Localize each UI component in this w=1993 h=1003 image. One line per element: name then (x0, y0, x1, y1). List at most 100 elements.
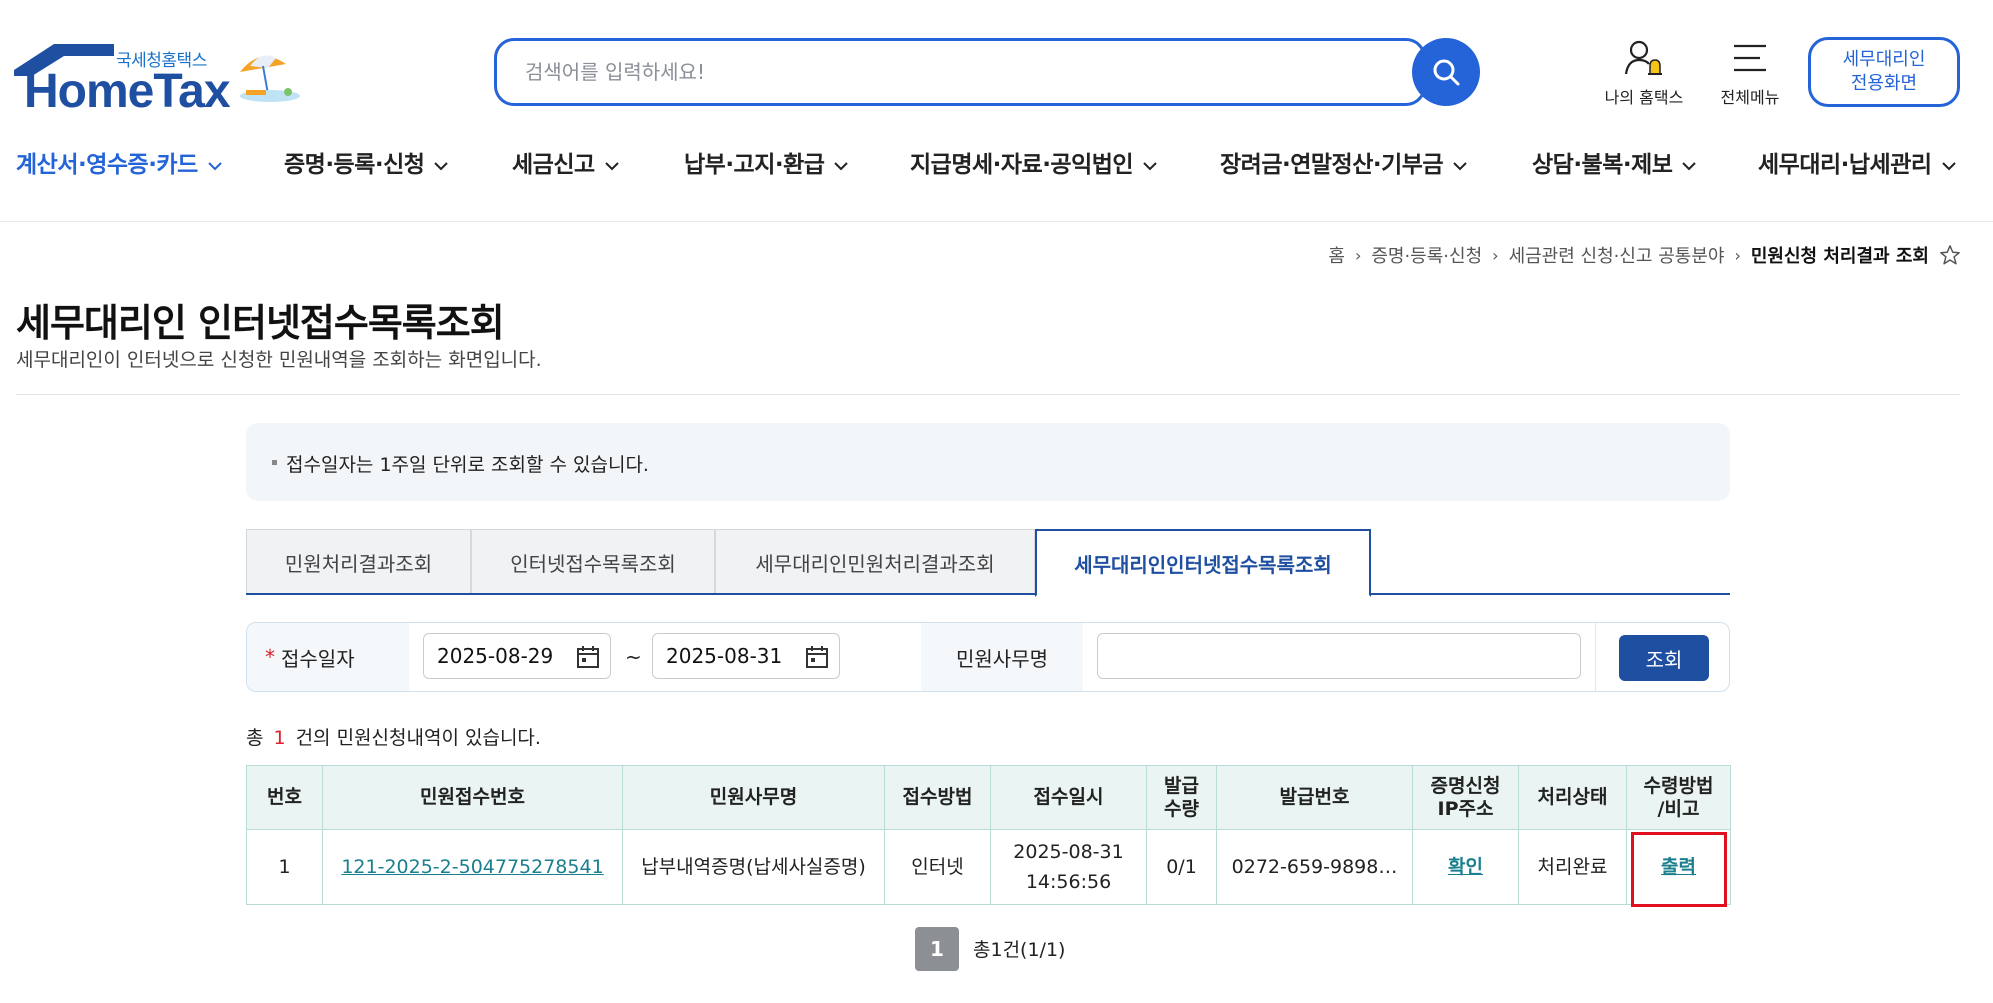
receipt-date-label: * 접수일자 (247, 623, 409, 691)
civil-service-name-input[interactable] (1097, 633, 1581, 679)
col-header-ip: 증명신청 IP주소 (1412, 765, 1519, 830)
date-from-value: 2025-08-29 (437, 644, 554, 668)
nav-item-tax-agent[interactable]: 세무대리·납세관리 (1758, 145, 1956, 179)
tab-bar: 민원처리결과조회 인터넷접수목록조회 세무대리인민원처리결과조회 세무대리인인터… (246, 529, 1730, 597)
tab-agent-internet-list[interactable]: 세무대리인인터넷접수목록조회 (1035, 529, 1371, 597)
table-row: 1 121-2025-2-504775278541 납부내역증명(납세사실증명)… (246, 829, 1731, 905)
query-button[interactable]: 조회 (1619, 635, 1709, 681)
nav-label: 세금신고 (512, 152, 595, 178)
cell-receive: 출력 (1626, 829, 1731, 905)
col-header-no: 번호 (246, 765, 323, 830)
cell-no: 1 (246, 829, 323, 905)
breadcrumb-home[interactable]: 홈 (1328, 242, 1345, 268)
table-header-row: 번호 민원접수번호 민원사무명 접수방법 접수일시 발급 수량 발급번호 증명신청… (246, 765, 1731, 830)
chevron-down-icon (1453, 161, 1467, 170)
chevron-down-icon (1143, 161, 1157, 170)
cell-issue-no: 0272-659-9898… (1216, 829, 1413, 905)
header-line: 수량 (1164, 797, 1199, 820)
col-header-datetime: 접수일시 (990, 765, 1147, 830)
search-icon (1433, 59, 1460, 86)
tab-internet-list[interactable]: 인터넷접수목록조회 (471, 529, 715, 595)
star-icon[interactable] (1939, 244, 1961, 266)
nav-label: 지급명세·자료·공익법인 (910, 152, 1134, 178)
hamburger-menu-icon (1734, 44, 1766, 72)
cell-receipt-no: 121-2025-2-504775278541 (322, 829, 623, 905)
date-range-tilde: ~ (625, 645, 642, 669)
chevron-down-icon (434, 161, 449, 170)
print-link[interactable]: 출력 (1661, 856, 1696, 878)
nav-label: 계산서·영수증·카드 (16, 152, 198, 178)
chevron-down-icon (208, 161, 222, 170)
agent-btn-line1: 세무대리인 (1842, 49, 1926, 70)
nav-label: 세무대리·납세관리 (1758, 152, 1932, 178)
my-hometax-button[interactable]: 나의 홈택스 (1596, 38, 1692, 108)
all-menu-button[interactable]: 전체메뉴 (1710, 38, 1790, 108)
search-input[interactable] (525, 55, 1385, 89)
header-line: IP주소 (1437, 797, 1494, 820)
col-header-receipt-no: 민원접수번호 (322, 765, 623, 830)
logo-title: HomeTax (24, 65, 231, 118)
cell-time: 14:56:56 (1025, 871, 1112, 893)
bullet-icon (272, 460, 277, 465)
count-prefix: 총 (246, 727, 264, 749)
search-box (494, 38, 1426, 106)
nav-label: 장려금·연말정산·기부금 (1220, 152, 1444, 178)
ip-confirm-link[interactable]: 확인 (1448, 856, 1483, 878)
nav-label: 납부·고지·환급 (684, 152, 825, 178)
chevron-down-icon (1682, 161, 1697, 170)
search-form: * 접수일자 2025-08-29 ~ 2025-08-31 민원사무명 조회 (246, 622, 1730, 692)
cell-ip: 확인 (1412, 829, 1519, 905)
nav-item-statement[interactable]: 지급명세·자료·공익법인 (910, 145, 1157, 179)
pagination-info: 총1건(1/1) (973, 939, 1066, 961)
hometax-logo[interactable]: 국세청홈택스 HomeTax (14, 40, 304, 118)
nav-item-certificate[interactable]: 증명·등록·신청 (284, 145, 449, 179)
cell-datetime: 2025-08-31 14:56:56 (990, 829, 1147, 905)
date-to-input[interactable]: 2025-08-31 (652, 633, 840, 679)
result-count: 총 1 건의 민원신청내역이 있습니다. (246, 723, 541, 750)
breadcrumb-separator-icon: › (1492, 245, 1499, 265)
col-header-qty: 발급 수량 (1146, 765, 1217, 830)
count-value: 1 (273, 727, 286, 749)
beach-umbrella-icon (240, 55, 300, 102)
search-button[interactable] (1412, 38, 1480, 106)
breadcrumb-separator-icon: › (1734, 245, 1741, 265)
required-mark: * (265, 645, 275, 669)
nav-item-consult[interactable]: 상담·불복·제보 (1532, 145, 1697, 179)
user-bell-icon (1624, 40, 1662, 75)
date-to-value: 2025-08-31 (666, 644, 783, 668)
nav-label: 상담·불복·제보 (1532, 152, 1673, 178)
count-suffix: 건의 민원신청내역이 있습니다. (295, 727, 541, 749)
nav-item-payment[interactable]: 납부·고지·환급 (684, 145, 849, 179)
header-line: 발급 (1164, 774, 1199, 797)
col-header-service-name: 민원사무명 (622, 765, 885, 830)
breadcrumb-certificate[interactable]: 증명·등록·신청 (1371, 242, 1482, 268)
nav-divider (0, 221, 1993, 222)
cell-qty: 0/1 (1146, 829, 1217, 905)
receipt-date-label-text: 접수일자 (281, 646, 355, 671)
tab-agent-civil-result[interactable]: 세무대리인민원처리결과조회 (715, 529, 1035, 595)
nav-item-invoice[interactable]: 계산서·영수증·카드 (16, 145, 222, 179)
breadcrumb-current: 민원신청 처리결과 조회 (1750, 246, 1929, 267)
calendar-icon[interactable] (576, 645, 600, 669)
breadcrumb: 홈 › 증명·등록·신청 › 세금관련 신청·신고 공통분야 › 민원신청 처리… (1328, 242, 1961, 268)
page-description: 세무대리인이 인터넷으로 신청한 민원내역을 조회하는 화면입니다. (16, 349, 542, 371)
tax-agent-screen-button[interactable]: 세무대리인 전용화면 (1808, 37, 1960, 107)
col-header-status: 처리상태 (1518, 765, 1627, 830)
header-line: 증명신청 (1430, 774, 1501, 797)
title-divider (16, 394, 1960, 395)
page-button-current[interactable]: 1 (915, 927, 959, 971)
breadcrumb-separator-icon: › (1354, 245, 1362, 265)
date-from-input[interactable]: 2025-08-29 (423, 633, 611, 679)
nav-item-tax-report[interactable]: 세금신고 (512, 145, 619, 179)
receipt-no-link[interactable]: 121-2025-2-504775278541 (341, 856, 603, 878)
calendar-icon[interactable] (805, 645, 829, 669)
nav-item-incentive[interactable]: 장려금·연말정산·기부금 (1220, 145, 1467, 179)
header-line: /비고 (1657, 797, 1700, 820)
breadcrumb-common[interactable]: 세금관련 신청·신고 공통분야 (1509, 242, 1725, 268)
cell-status: 처리완료 (1518, 829, 1627, 905)
header-line: 수령방법 (1643, 774, 1714, 797)
col-header-receive: 수령방법/비고 (1626, 765, 1731, 830)
page-title: 세무대리인 인터넷접수목록조회 (16, 301, 505, 345)
tab-civil-result[interactable]: 민원처리결과조회 (246, 529, 471, 595)
chevron-down-icon (604, 161, 619, 170)
